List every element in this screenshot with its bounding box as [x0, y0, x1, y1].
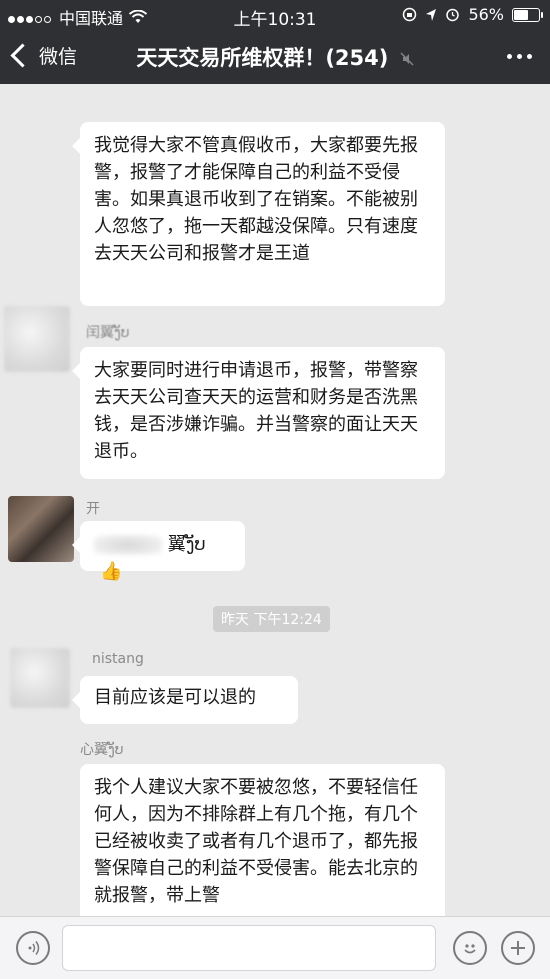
voice-button[interactable]	[16, 931, 50, 965]
emoji-icon	[464, 944, 476, 954]
sender-name: nistang	[92, 651, 144, 667]
message-bubble[interactable]: 目前应该是可以退的	[72, 676, 298, 724]
mute-icon	[400, 52, 414, 66]
message-text: 大家要同时进行申请退币，报警，带警察去天天公司查天天的运营和财务是否洗黑钱，是否…	[94, 360, 418, 462]
chat-title-text: 天天交易所维权群！(254)	[136, 46, 389, 70]
battery-icon	[512, 7, 543, 22]
emoji-button[interactable]	[453, 931, 487, 965]
message-bubble[interactable]: 翼ງັບ 👍	[72, 521, 245, 582]
avatar[interactable]	[10, 648, 70, 708]
avatar[interactable]	[4, 306, 70, 372]
location-icon	[426, 8, 437, 21]
chat-area[interactable]: 我觉得大家不管真假收币，大家都要先报警，报警了才能保障自己的利益不受侵害。如果真…	[0, 84, 550, 916]
message-text: 翼ງັບ	[167, 534, 206, 555]
status-bar: 中国联通 上午10:31 56%	[0, 0, 550, 30]
sender-name: 心翼ງັບ	[80, 742, 124, 758]
voice-icon	[28, 941, 40, 955]
redacted-text	[94, 535, 162, 555]
status-right: 56%	[402, 5, 543, 24]
message-text: 我觉得大家不管真假收币，大家都要先报警，报警了才能保障自己的利益不受侵害。如果真…	[94, 135, 418, 264]
plus-icon	[511, 941, 525, 955]
more-options-button[interactable]	[507, 54, 532, 59]
alarm-icon	[446, 8, 460, 22]
message-bubble[interactable]: 我觉得大家不管真假收币，大家都要先报警，报警了才能保障自己的利益不受侵害。如果真…	[72, 122, 445, 306]
sender-name: 闰翼ງັບ	[86, 325, 130, 341]
thumbs-up-emoji: 👍	[100, 561, 123, 582]
add-button[interactable]	[501, 931, 535, 965]
chat-title: 天天交易所维权群！(254)	[0, 42, 550, 72]
message-text: 我个人建议大家不要被忽悠，不要轻信任何人，因为不排除群上有几个拖，有几个已经被收…	[94, 777, 418, 906]
input-bar	[0, 916, 550, 979]
wechat-chat-screen: 中国联通 上午10:31 56% 微信 天天交易所维权群！(254) 我觉得大家…	[0, 0, 550, 979]
timestamp: 昨天 下午12:24	[213, 606, 330, 632]
message-text: 目前应该是可以退的	[94, 687, 256, 708]
nav-bar: 微信 天天交易所维权群！(254)	[0, 30, 550, 84]
message-input[interactable]	[62, 925, 436, 971]
avatar[interactable]	[8, 496, 74, 562]
message-bubble[interactable]: 大家要同时进行申请退币，报警，带警察去天天公司查天天的运营和财务是否洗黑钱，是否…	[72, 347, 445, 479]
rotation-lock-icon	[403, 7, 417, 22]
message-bubble[interactable]: 我个人建议大家不要被忽悠，不要轻信任何人，因为不排除群上有几个拖，有几个已经被收…	[80, 764, 445, 916]
battery-percent: 56%	[468, 5, 504, 24]
sender-name: 开	[86, 501, 100, 517]
